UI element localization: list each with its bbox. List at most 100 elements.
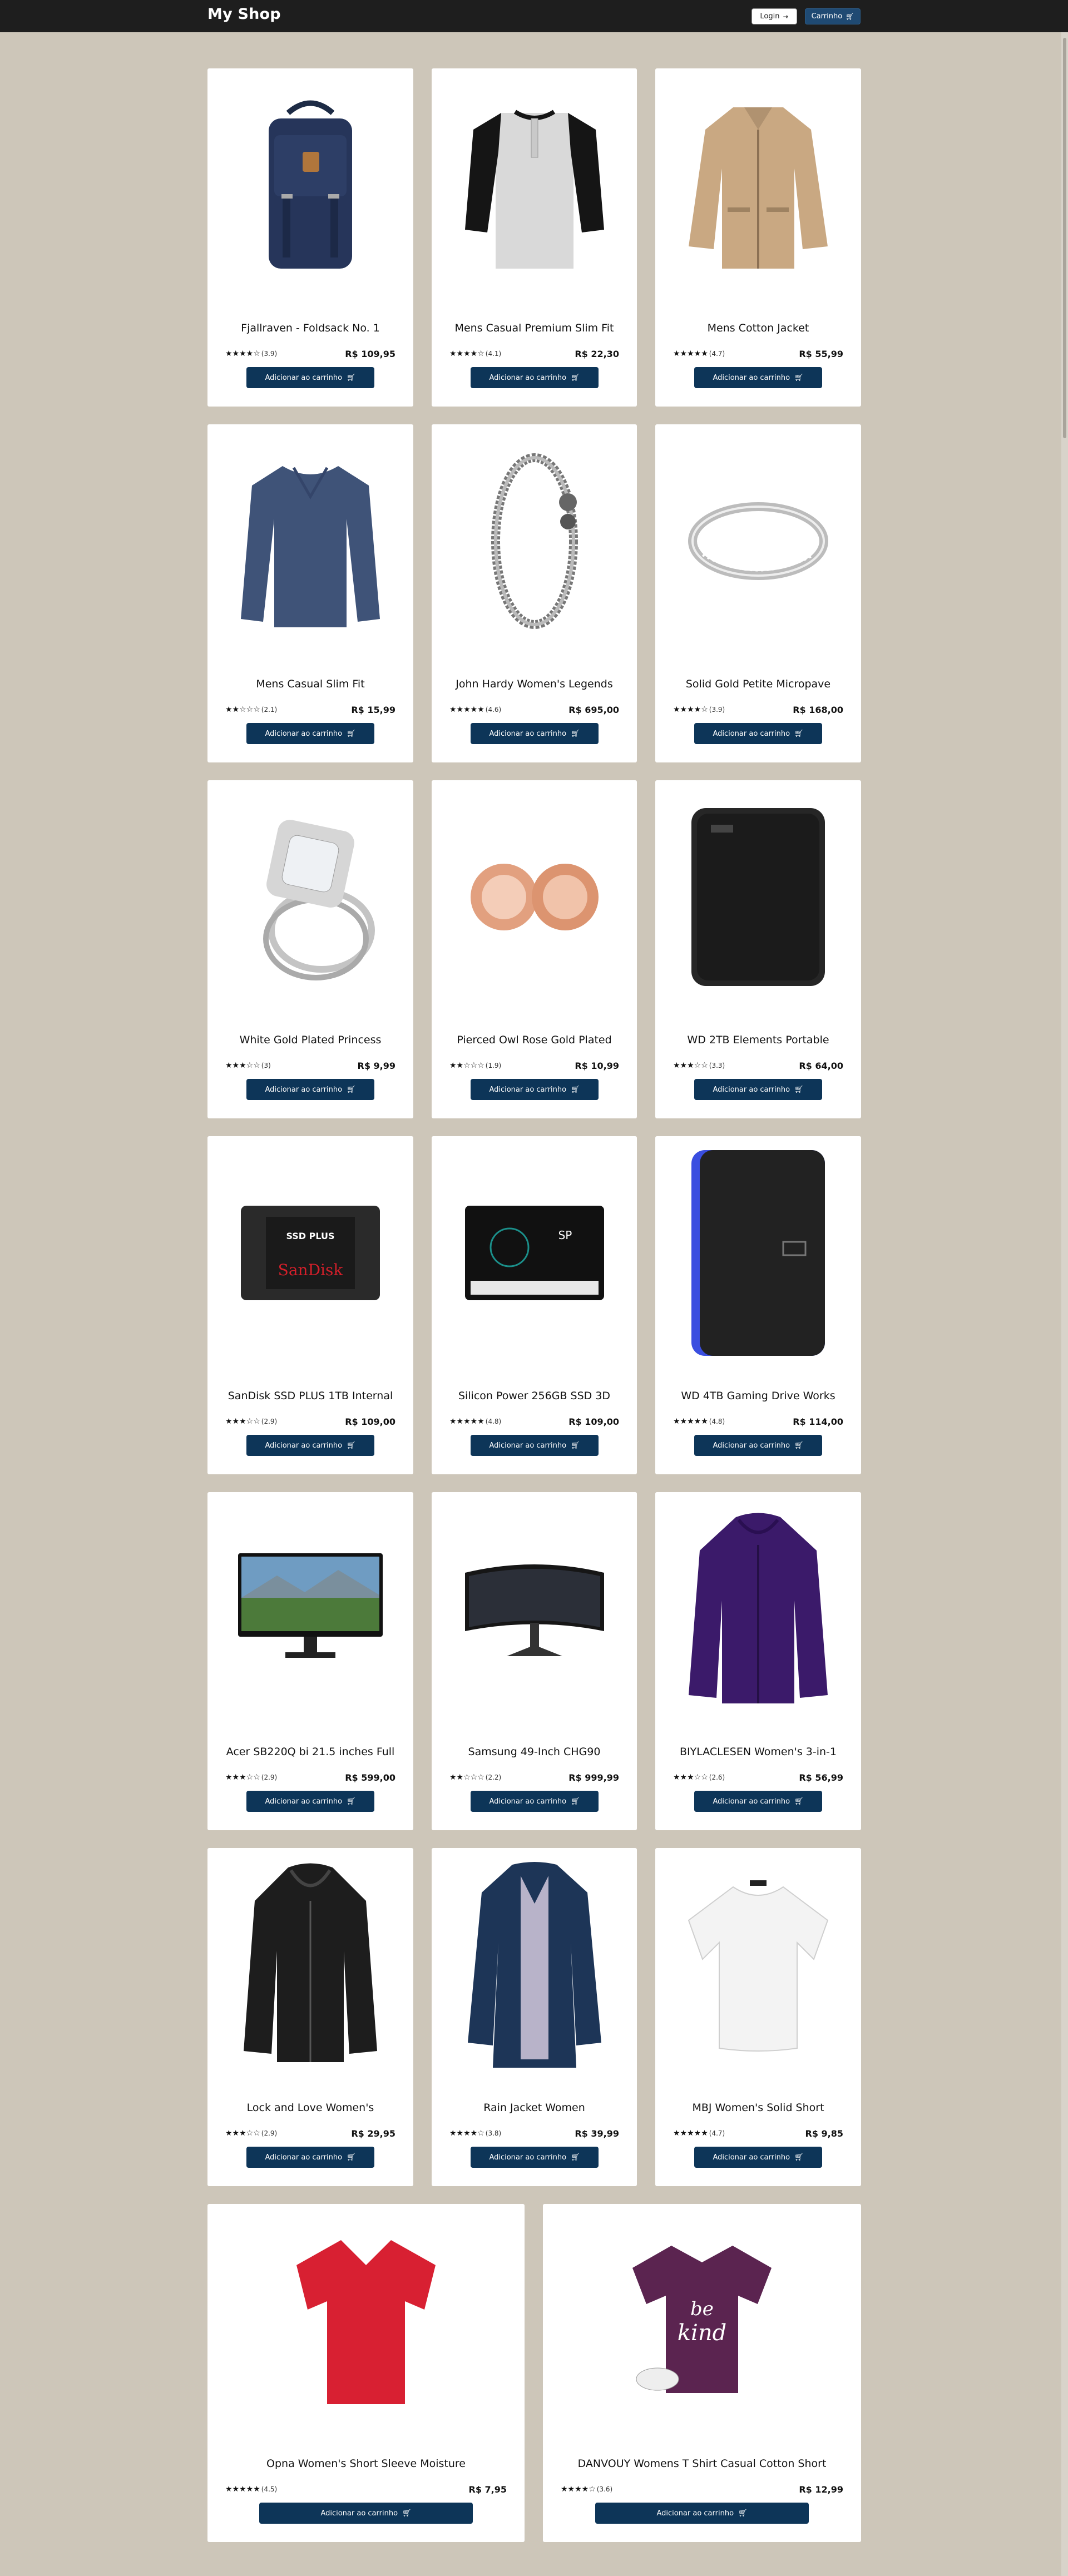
silicon-power-ssd-image[interactable]: SP (432, 1158, 637, 1348)
rating-count: (3.9) (709, 706, 725, 714)
product-card[interactable]: SP Silicon Power 256GB SSD 3D ★★★★★ (4.8)… (432, 1136, 637, 1474)
product-card[interactable]: White Gold Plated Princess ★★★☆☆ (3) R$ 9… (207, 780, 413, 1118)
product-title[interactable]: SanDisk SSD PLUS 1TB Internal (213, 1390, 408, 1402)
product-card[interactable]: Mens Cotton Jacket ★★★★★ (4.7) R$ 55,99 A… (655, 68, 861, 407)
product-card[interactable]: MBJ Women's Solid Short ★★★★★ (4.7) R$ 9,… (655, 1848, 861, 2186)
add-to-cart-button[interactable]: Adicionar ao carrinho 🛒︎ (694, 2147, 822, 2168)
add-to-cart-button[interactable]: Adicionar ao carrinho 🛒︎ (694, 1791, 822, 1812)
add-to-cart-button[interactable]: Adicionar ao carrinho 🛒︎ (259, 2503, 473, 2524)
scrollbar-thumb[interactable] (1063, 38, 1066, 438)
white-top-image[interactable] (655, 1870, 861, 2059)
product-card[interactable]: Acer SB220Q bi 21.5 inches Full ★★★☆☆ (2.… (207, 1492, 413, 1830)
page-scrollbar[interactable] (1061, 32, 1068, 2576)
product-title[interactable]: Solid Gold Petite Micropave (661, 678, 856, 690)
product-card[interactable]: Lock and Love Women's ★★★☆☆ (2.9) R$ 29,9… (207, 1848, 413, 2186)
rose-gold-plugs-image[interactable] (432, 802, 637, 992)
product-title[interactable]: MBJ Women's Solid Short (661, 2102, 856, 2114)
product-title[interactable]: Pierced Owl Rose Gold Plated (437, 1034, 631, 1046)
add-to-cart-button[interactable]: Adicionar ao carrinho 🛒︎ (471, 1791, 599, 1812)
diamond-ring-image[interactable] (207, 802, 413, 992)
add-to-cart-label: Adicionar ao carrinho (265, 1085, 343, 1094)
ring-image[interactable] (655, 447, 861, 636)
add-to-cart-button[interactable]: Adicionar ao carrinho 🛒︎ (595, 2503, 809, 2524)
add-to-cart-button[interactable]: Adicionar ao carrinho 🛒︎ (246, 1791, 374, 1812)
add-to-cart-button[interactable]: Adicionar ao carrinho 🛒︎ (246, 723, 374, 744)
product-title[interactable]: Acer SB220Q bi 21.5 inches Full (213, 1746, 408, 1758)
rain-jacket-image[interactable] (432, 1862, 637, 2068)
product-card[interactable]: Pierced Owl Rose Gold Plated ★★☆☆☆ (1.9) … (432, 780, 637, 1118)
product-card[interactable]: SSD PLUS SanDisk SanDisk SSD PLUS 1TB In… (207, 1136, 413, 1474)
add-to-cart-label: Adicionar ao carrinho (489, 373, 567, 382)
add-to-cart-button[interactable]: Adicionar ao carrinho 🛒︎ (694, 1435, 822, 1456)
product-title[interactable]: Mens Casual Slim Fit (213, 678, 408, 690)
cart-icon: 🛒︎ (794, 1797, 804, 1806)
product-title[interactable]: Samsung 49-Inch CHG90 (437, 1746, 631, 1758)
product-price: R$ 9,99 (357, 1060, 396, 1071)
add-to-cart-button[interactable]: Adicionar ao carrinho 🛒︎ (694, 723, 822, 744)
cart-icon: 🛒︎ (794, 1085, 804, 1094)
add-to-cart-button[interactable]: Adicionar ao carrinho 🛒︎ (246, 2147, 374, 2168)
product-title[interactable]: Mens Casual Premium Slim Fit (437, 322, 631, 334)
product-title[interactable]: Opna Women's Short Sleeve Moisture (213, 2458, 519, 2470)
product-title[interactable]: Mens Cotton Jacket (661, 322, 856, 334)
svg-text:be: be (690, 2298, 714, 2320)
product-card[interactable]: Samsung 49-Inch CHG90 ★★☆☆☆ (2.2) R$ 999,… (432, 1492, 637, 1830)
product-card[interactable]: Solid Gold Petite Micropave ★★★★☆ (3.9) R… (655, 424, 861, 762)
product-title[interactable]: DANVOUY Womens T Shirt Casual Cotton Sho… (548, 2458, 856, 2470)
add-to-cart-button[interactable]: Adicionar ao carrinho 🛒︎ (471, 367, 599, 388)
curved-monitor-image[interactable] (432, 1514, 637, 1703)
product-title[interactable]: White Gold Plated Princess (213, 1034, 408, 1046)
product-card[interactable]: WD 4TB Gaming Drive Works ★★★★★ (4.8) R$ … (655, 1136, 861, 1474)
henley-shirt-image[interactable] (432, 91, 637, 280)
product-card[interactable]: Mens Casual Slim Fit ★★☆☆☆ (2.1) R$ 15,99… (207, 424, 413, 762)
add-to-cart-button[interactable]: Adicionar ao carrinho 🛒︎ (471, 1079, 599, 1100)
cart-button[interactable]: Carrinho 🛒︎ (805, 8, 861, 24)
cart-icon: 🛒︎ (347, 1441, 356, 1450)
login-button[interactable]: Login ⇥ (751, 8, 797, 24)
rating-count: (4.7) (709, 2129, 725, 2137)
stars-icon: ★★★★☆ (673, 705, 708, 714)
add-to-cart-button[interactable]: Adicionar ao carrinho 🛒︎ (694, 1079, 822, 1100)
product-title[interactable]: WD 2TB Elements Portable (661, 1034, 856, 1046)
product-card[interactable]: be kind DANVOUY Womens T Shirt Casual Co… (543, 2204, 861, 2542)
add-to-cart-button[interactable]: Adicionar ao carrinho 🛒︎ (471, 723, 599, 744)
star-rating: ★★★☆☆ (2.9) (225, 2129, 277, 2138)
product-title[interactable]: BIYLACLESEN Women's 3-in-1 (661, 1746, 856, 1758)
add-to-cart-button[interactable]: Adicionar ao carrinho 🛒︎ (246, 1079, 374, 1100)
product-title[interactable]: John Hardy Women's Legends (437, 678, 631, 690)
product-card[interactable]: Opna Women's Short Sleeve Moisture ★★★★★… (207, 2204, 525, 2542)
star-rating: ★★★☆☆ (2.6) (673, 1773, 725, 1782)
sandisk-ssd-image[interactable]: SSD PLUS SanDisk (207, 1158, 413, 1348)
star-rating: ★★☆☆☆ (2.2) (449, 1773, 501, 1782)
add-to-cart-label: Adicionar ao carrinho (265, 373, 343, 382)
product-title[interactable]: WD 4TB Gaming Drive Works (661, 1390, 856, 1402)
product-title[interactable]: Silicon Power 256GB SSD 3D (437, 1390, 631, 1402)
backpack-image[interactable] (207, 91, 413, 280)
add-to-cart-button[interactable]: Adicionar ao carrinho 🛒︎ (246, 1435, 374, 1456)
purple-tshirt-image[interactable]: be kind (543, 2226, 861, 2415)
product-title[interactable]: Fjallraven - Foldsack No. 1 (213, 322, 408, 334)
monitor-image[interactable] (207, 1514, 413, 1703)
cotton-jacket-image[interactable] (655, 91, 861, 280)
cart-icon: 🛒︎ (571, 729, 580, 738)
gaming-drive-image[interactable] (655, 1150, 861, 1356)
add-to-cart-button[interactable]: Adicionar ao carrinho 🛒︎ (471, 2147, 599, 2168)
red-tshirt-image[interactable] (207, 2226, 525, 2415)
product-title[interactable]: Lock and Love Women's (213, 2102, 408, 2114)
product-title[interactable]: Rain Jacket Women (437, 2102, 631, 2114)
product-card[interactable]: John Hardy Women's Legends ★★★★★ (4.6) R$… (432, 424, 637, 762)
purple-jacket-image[interactable] (655, 1513, 861, 1703)
long-sleeve-shirt-image[interactable] (207, 447, 413, 636)
product-card[interactable]: BIYLACLESEN Women's 3-in-1 ★★★☆☆ (2.6) R$… (655, 1492, 861, 1830)
leather-jacket-image[interactable] (207, 1863, 413, 2062)
black-hard-drive-image[interactable] (655, 802, 861, 992)
product-card[interactable]: Fjallraven - Foldsack No. 1 ★★★★☆ (3.9) R… (207, 68, 413, 407)
add-to-cart-button[interactable]: Adicionar ao carrinho 🛒︎ (246, 367, 374, 388)
add-to-cart-button[interactable]: Adicionar ao carrinho 🛒︎ (471, 1435, 599, 1456)
bracelet-image[interactable] (432, 447, 637, 636)
product-card[interactable]: WD 2TB Elements Portable ★★★☆☆ (3.3) R$ 6… (655, 780, 861, 1118)
product-card[interactable]: Rain Jacket Women ★★★★☆ (3.8) R$ 39,99 Ad… (432, 1848, 637, 2186)
add-to-cart-button[interactable]: Adicionar ao carrinho 🛒︎ (694, 367, 822, 388)
shop-logo[interactable]: My Shop (207, 6, 281, 23)
product-card[interactable]: Mens Casual Premium Slim Fit ★★★★☆ (4.1) … (432, 68, 637, 407)
